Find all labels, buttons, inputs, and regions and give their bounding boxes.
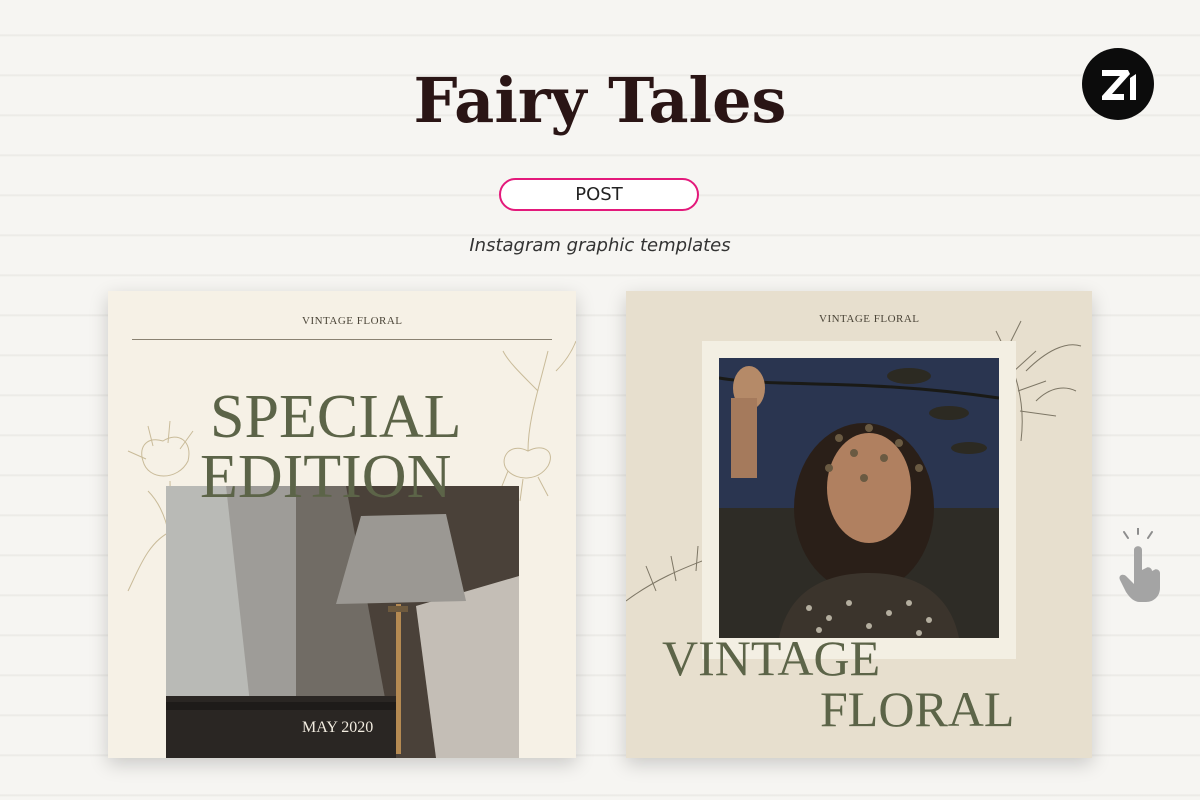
woman-with-branches-photo [719, 358, 999, 638]
card-top-label: VINTAGE FLORAL [819, 313, 920, 325]
subtitle: Instagram graphic templates [469, 235, 731, 256]
post-template-card-1[interactable]: VINTAGE FLORAL SPECIAL EDITION MAY 2020 [108, 291, 576, 758]
headline-line-1: VINTAGE [662, 630, 881, 686]
zi-logo-icon [1082, 48, 1154, 120]
post-template-card-2[interactable]: VINTAGE FLORAL VINTAGE FLORAL [626, 291, 1092, 758]
tap-hand-icon [1116, 527, 1164, 606]
headline-line-2: FLORAL [820, 681, 1015, 737]
headline-line-2: EDITION [200, 443, 452, 511]
page-title: Fairy Tales [413, 64, 787, 137]
post-badge: POST [499, 178, 699, 211]
issue-date: MAY 2020 [302, 719, 374, 736]
lamp-photo [166, 486, 519, 758]
headline-line-1: SPECIAL [210, 383, 462, 451]
card-divider [132, 339, 552, 340]
card-top-label: VINTAGE FLORAL [302, 315, 403, 327]
